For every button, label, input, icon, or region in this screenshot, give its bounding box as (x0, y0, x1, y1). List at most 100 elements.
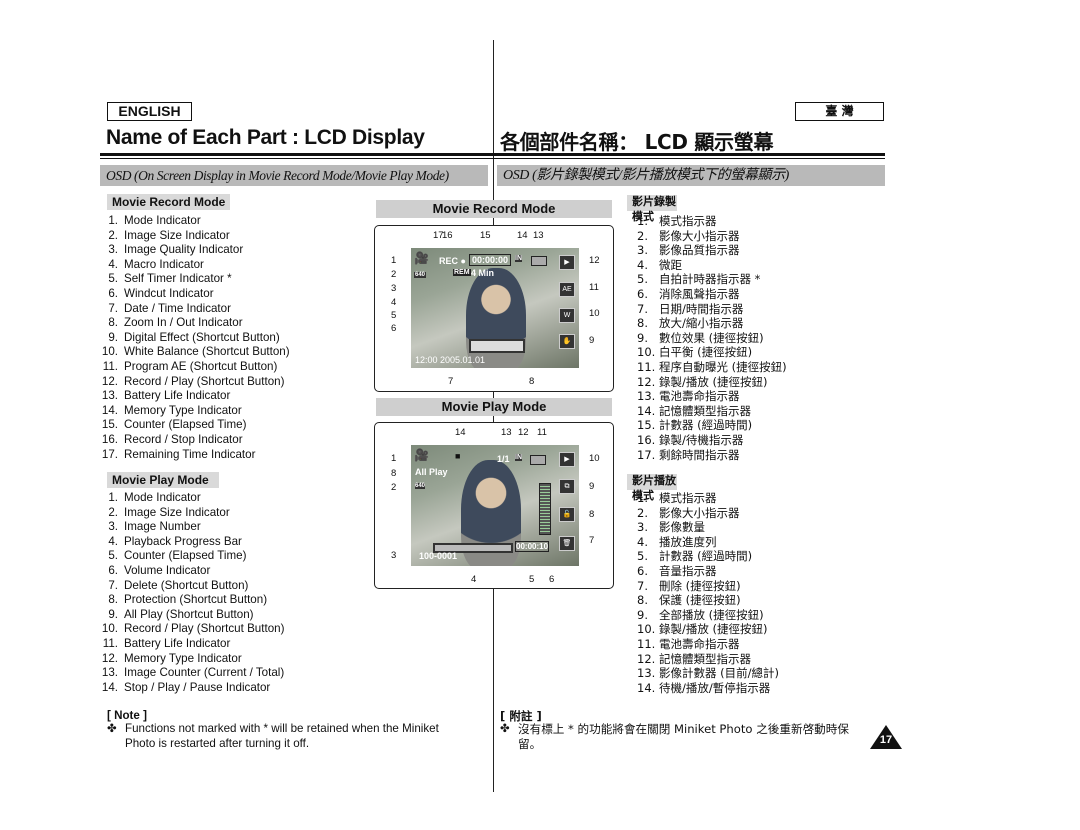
item-number: 1. (637, 214, 648, 228)
item-text: Windcut Indicator (124, 286, 214, 300)
item-text: Digital Effect (Shortcut Button) (124, 330, 280, 344)
item-text: 計數器 (經過時間) (659, 549, 753, 564)
item-number: 4. (637, 257, 648, 272)
callout-15: 15 (480, 230, 491, 241)
item-number: 5. (108, 549, 118, 563)
item-text: 自拍計時器指示器 * (659, 272, 761, 287)
callout-7: 7 (448, 376, 454, 387)
note-text-zh: 沒有標上 * 的功能將會在關閉 Miniket Photo 之後重新啓動時保留。 (518, 722, 849, 751)
item-number: 13. (637, 389, 656, 404)
item-text: 影像數量 (659, 520, 705, 535)
list-item: 9. All Play (Shortcut Button) (100, 608, 400, 623)
elapsed-counter: 00:00:10 (515, 541, 550, 552)
list-item: 3. Image Quality Indicator (100, 243, 370, 258)
item-number: 9. (108, 330, 118, 344)
play-mode-label-zh: 影片播放模式 (627, 474, 677, 502)
callout-8: 8 (391, 468, 397, 479)
item-text: Image Quality Indicator (124, 243, 244, 257)
item-text: White Balance (Shortcut Button) (124, 345, 290, 359)
list-item: 12. 錄製/播放 (捷徑按鈕) (637, 375, 877, 390)
callout-13: 13 (533, 230, 544, 241)
item-text: Protection (Shortcut Button) (124, 593, 268, 607)
item-text: Counter (Elapsed Time) (124, 418, 247, 432)
callout-3: 3 (391, 283, 397, 294)
item-number: 2. (637, 228, 648, 243)
item-text: 計數器 (經過時間) (659, 418, 753, 433)
page-number: 17 (879, 734, 893, 746)
item-text: 保護 (捷徑按鈕) (659, 593, 741, 608)
item-number: 3. (637, 520, 648, 535)
item-text: Image Size Indicator (124, 505, 230, 519)
list-item: 14. Memory Type Indicator (100, 404, 370, 419)
list-item: 1. Mode Indicator (100, 214, 370, 229)
item-text: Battery Life Indicator (124, 389, 231, 403)
item-text: Mode Indicator (124, 491, 201, 504)
item-number: 17. (101, 447, 118, 461)
list-item: 1. 模式指示器 (637, 214, 877, 229)
all-play-button: ⧉ (559, 479, 575, 494)
item-text: 全部播放 (捷徑按鈕) (659, 607, 764, 622)
counter: 00:00:00 (469, 254, 512, 266)
item-number: 3. (108, 520, 118, 534)
list-item: 13. Battery Life Indicator (100, 389, 370, 404)
battery-icon (531, 256, 547, 266)
protection-button: 🔓 (559, 507, 575, 522)
callout-16: 16 (442, 230, 453, 241)
callout-5: 5 (529, 574, 535, 585)
item-text: Stop / Play / Pause Indicator (124, 680, 271, 694)
image-counter: 1/1 (497, 454, 510, 464)
callout-14: 14 (455, 427, 466, 438)
record-mode-label-en: Movie Record Mode (107, 194, 230, 210)
page-title-zh: 各個部件名稱： LCD 顯示螢幕 (500, 130, 774, 154)
callout-3: 3 (391, 550, 397, 561)
list-item: 1. 模式指示器 (637, 491, 877, 506)
item-text: Record / Play (Shortcut Button) (124, 374, 285, 388)
list-item: 10. Record / Play (Shortcut Button) (100, 622, 400, 637)
play-diagram: 🎥 ■ All Play 640 1/1 IN ▶ ⧉ 🔓 🗑 00:00:10… (374, 422, 614, 589)
item-number: 8. (637, 316, 648, 331)
item-text: 數位效果 (捷徑按鈕) (659, 330, 764, 345)
item-number: 10. (101, 345, 118, 359)
item-number: 15. (637, 418, 656, 433)
item-text: 剩餘時間指示器 (659, 447, 740, 462)
item-number: 10. (637, 345, 656, 360)
callout-5: 5 (391, 310, 397, 321)
item-text: 電池壽命指示器 (659, 389, 740, 404)
item-number: 9. (637, 330, 648, 345)
record-diagram-title: Movie Record Mode (376, 200, 612, 218)
list-item: 7. 日期/時間指示器 (637, 302, 877, 317)
language-label-english: ENGLISH (107, 102, 192, 121)
callout-7: 7 (589, 535, 595, 546)
list-item: 16. 錄製/待機指示器 (637, 433, 877, 448)
item-text: Remaining Time Indicator (124, 447, 256, 461)
volume-indicator (539, 483, 551, 535)
item-text: 記憶體類型指示器 (659, 403, 751, 418)
list-item: 8. 放大/縮小指示器 (637, 316, 877, 331)
note-text-en: Functions not marked with * will be reta… (125, 722, 439, 750)
list-item: 17. Remaining Time Indicator (100, 448, 370, 463)
list-item: 6. 消除風聲指示器 (637, 287, 877, 302)
item-number: 2. (108, 505, 118, 519)
list-item: 11. Battery Life Indicator (100, 637, 400, 652)
item-number: 10. (637, 622, 656, 637)
callout-9: 9 (589, 335, 595, 346)
image-number: 100-0001 (419, 551, 458, 561)
item-number: 16. (637, 432, 656, 447)
item-number: 12. (637, 374, 656, 389)
list-item: 2. 影像大小指示器 (637, 506, 877, 521)
list-item: 7. 刪除 (捷徑按鈕) (637, 579, 877, 594)
item-text: All Play (Shortcut Button) (124, 607, 254, 621)
record-mode-label-zh: 影片錄製模式 (627, 195, 677, 223)
item-text: 刪除 (捷徑按鈕) (659, 578, 741, 593)
list-item: 3. 影像數量 (637, 520, 877, 535)
stop-icon: ■ (455, 451, 461, 461)
item-text: Date / Time Indicator (124, 301, 231, 315)
item-text: 錄製/播放 (捷徑按鈕) (659, 374, 768, 389)
callout-12: 12 (589, 255, 600, 266)
item-text: 微距 (659, 257, 682, 272)
list-item: 4. 播放進度列 (637, 535, 877, 550)
camcorder-icon: 🎥 (414, 448, 429, 462)
item-number: 7. (637, 578, 648, 593)
item-number: 12. (637, 651, 656, 666)
item-number: 2. (108, 228, 118, 242)
